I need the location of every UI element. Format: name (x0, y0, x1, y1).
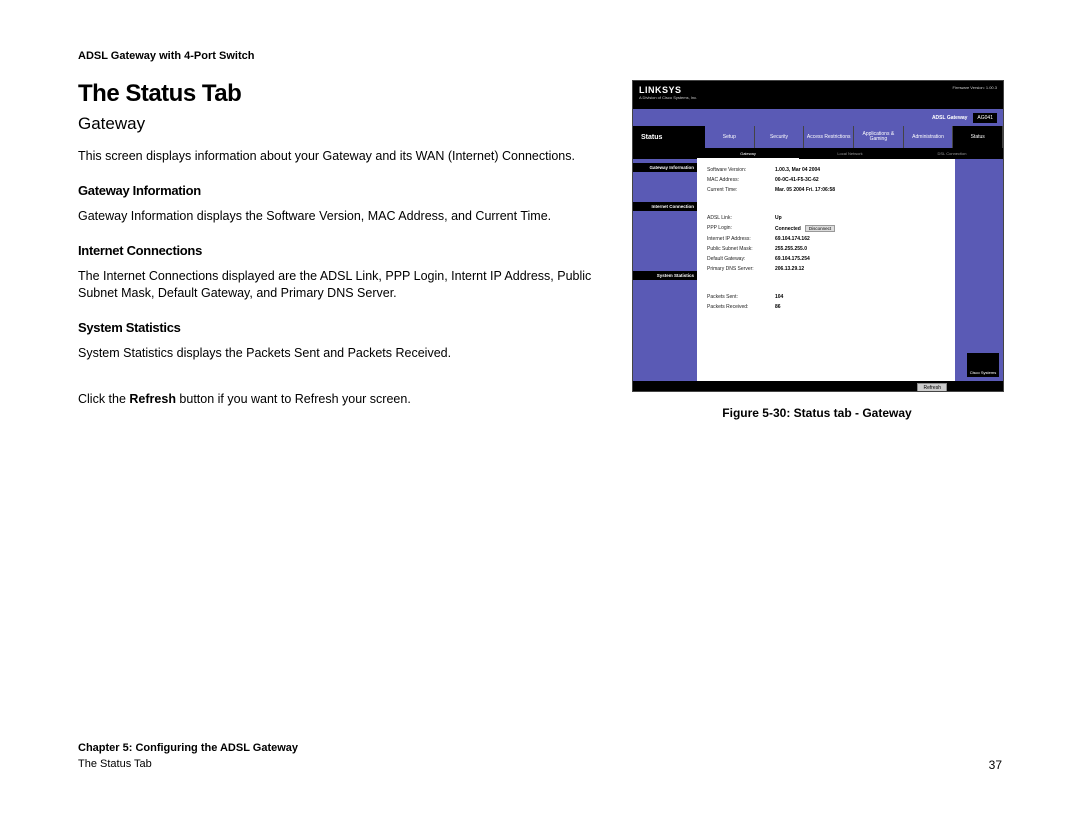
side-label-gateway-info: Gateway Information (633, 163, 697, 172)
brand-logo: LINKSYS (639, 85, 697, 95)
sent-value: 104 (775, 294, 783, 300)
page-number: 37 (989, 758, 1002, 772)
gw-label: Default Gateway: (707, 256, 775, 262)
sw-version-value: 1.00.3, Mar 04 2004 (775, 167, 820, 173)
sent-label: Packets Sent: (707, 294, 775, 300)
footer-chapter: Chapter 5: Configuring the ADSL Gateway (78, 741, 298, 756)
status-label: Status (633, 126, 705, 148)
section-heading-internet: Internet Connections (78, 243, 602, 258)
gw-value: 69.104.175.254 (775, 256, 810, 262)
dns-label: Primary DNS Server: (707, 266, 775, 272)
refresh-button[interactable]: Refresh (917, 383, 947, 392)
router-screenshot: LINKSYS A Division of Cisco Systems, Inc… (632, 80, 1004, 392)
side-label-internet: Internet Connection (633, 202, 697, 211)
intro-text: This screen displays information about y… (78, 148, 602, 165)
time-value: Mar. 05 2004 Fri. 17:06:58 (775, 187, 835, 193)
mac-value: 00-0C-41-F5-3C-62 (775, 177, 819, 183)
ip-label: Internet IP Address: (707, 236, 775, 242)
device-model: AG041 (973, 113, 997, 123)
ip-value: 69.104.174.162 (775, 236, 810, 242)
adsl-value: Up (775, 215, 782, 221)
ppp-value: ConnectedDisconnect (775, 225, 835, 232)
section-text-gateway-info: Gateway Information displays the Softwar… (78, 208, 602, 225)
ppp-label: PPP Login: (707, 225, 775, 232)
time-label: Current Time: (707, 187, 775, 193)
section-text-stats: System Statistics displays the Packets S… (78, 345, 602, 362)
section-heading-stats: System Statistics (78, 320, 602, 335)
sw-version-label: Software Version: (707, 167, 775, 173)
subtab-dsl[interactable]: DSL Connection (901, 148, 1003, 159)
tab-security[interactable]: Security (755, 126, 805, 148)
adsl-label: ADSL Link: (707, 215, 775, 221)
figure-caption: Figure 5-30: Status tab - Gateway (632, 406, 1002, 420)
brand-subtitle: A Division of Cisco Systems, Inc. (639, 95, 697, 100)
tab-access[interactable]: Access Restrictions (804, 126, 854, 148)
subtab-local[interactable]: Local Network (799, 148, 901, 159)
cisco-logo: Cisco Systems (967, 353, 999, 377)
mask-label: Public Subnet Mask: (707, 246, 775, 252)
subtab-gateway[interactable]: Gateway (697, 148, 799, 159)
mask-value: 255.255.255.0 (775, 246, 807, 252)
section-heading-gateway-info: Gateway Information (78, 183, 602, 198)
section-text-internet: The Internet Connections displayed are t… (78, 268, 602, 302)
recv-value: 86 (775, 304, 781, 310)
tab-admin[interactable]: Administration (904, 126, 954, 148)
dns-value: 206.13.29.12 (775, 266, 804, 272)
disconnect-button[interactable]: Disconnect (805, 225, 835, 232)
recv-label: Packets Received: (707, 304, 775, 310)
device-name: ADSL Gateway (932, 115, 967, 121)
firmware-version: Firmware Version: 1.00.3 (953, 85, 997, 90)
tab-apps[interactable]: Applications & Gaming (854, 126, 904, 148)
page-title: The Status Tab (78, 80, 602, 108)
page-subtitle: Gateway (78, 114, 602, 134)
side-label-stats: System Statistics (633, 271, 697, 280)
footer-section: The Status Tab (78, 757, 298, 772)
mac-label: MAC Address: (707, 177, 775, 183)
refresh-note: Click the Refresh button if you want to … (78, 391, 602, 408)
doc-header: ADSL Gateway with 4-Port Switch (78, 50, 1002, 62)
tab-setup[interactable]: Setup (705, 126, 755, 148)
tab-status[interactable]: Status (953, 126, 1003, 148)
